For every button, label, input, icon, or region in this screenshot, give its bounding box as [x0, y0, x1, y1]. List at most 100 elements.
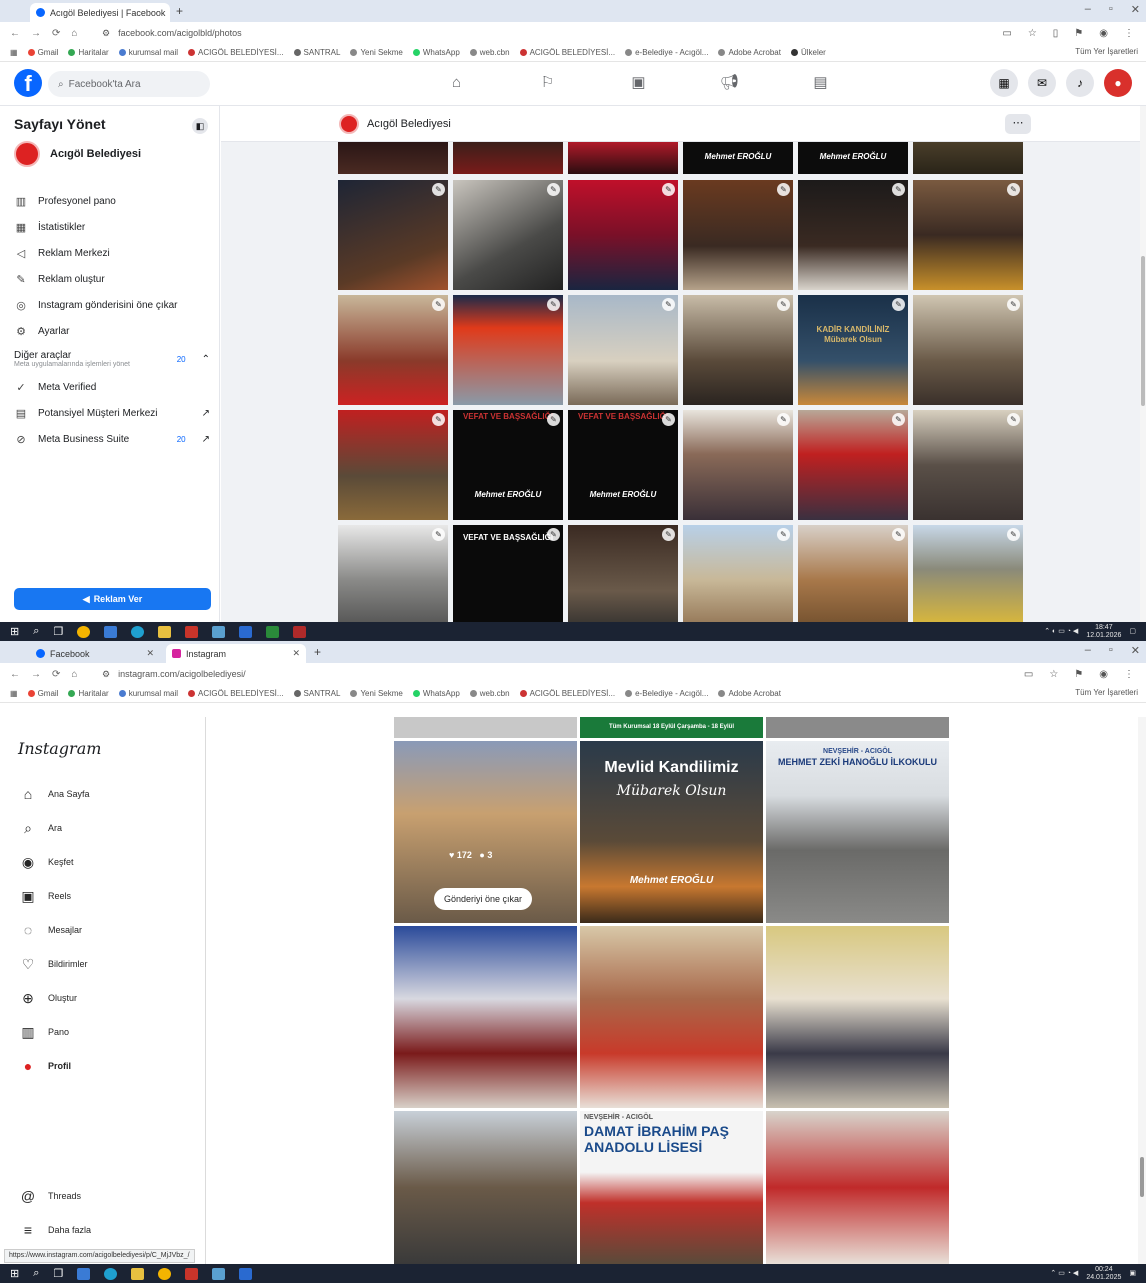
sidebar-item-meta-verified[interactable]: ✓ Meta Verified: [14, 374, 210, 400]
site-info-icon[interactable]: ⚙: [102, 669, 110, 680]
bookmark[interactable]: web.cbn: [469, 689, 510, 698]
sidebar-item-business-suite[interactable]: ⊘ Meta Business Suite 20 ↗: [14, 426, 210, 452]
photo-tile[interactable]: ✎: [913, 180, 1023, 290]
scrollbar[interactable]: [1140, 106, 1146, 622]
start-icon[interactable]: ⊞: [10, 1267, 19, 1280]
photo-tile[interactable]: ✎: [338, 410, 448, 520]
notification-icon[interactable]: ▢: [1129, 628, 1136, 636]
bookmark[interactable]: Yeni Sekme: [350, 689, 403, 698]
star-icon[interactable]: ☆: [1028, 28, 1037, 39]
calendar-nav-icon[interactable]: ▤: [775, 70, 866, 96]
app-icon[interactable]: [212, 625, 226, 638]
instagram-logo[interactable]: Instagram: [18, 739, 101, 758]
bookmark[interactable]: Haritalar: [68, 689, 109, 698]
bookmark[interactable]: ACIGÖL BELEDİYESİ...: [519, 689, 615, 698]
maximize-icon[interactable]: ▫: [1109, 3, 1113, 16]
photo-tile[interactable]: ✎: [568, 295, 678, 405]
sidebar-item-leads-center[interactable]: ▤ Potansiyel Müşteri Merkezi ↗: [14, 400, 210, 426]
search-icon[interactable]: ⌕: [33, 1267, 39, 1280]
close-tab-icon[interactable]: ✕: [292, 648, 300, 659]
post-tile[interactable]: [580, 926, 763, 1108]
advertise-button[interactable]: ◀ Reklam Ver: [14, 588, 211, 610]
photo-tile[interactable]: Mehmet EROĞLU: [798, 142, 908, 174]
url-field[interactable]: ⚙ instagram.com/acigolbelediyesi/: [96, 666, 976, 683]
apps-icon[interactable]: ▦: [10, 48, 18, 57]
post-tile[interactable]: Tüm Kurumsal 18 Eylül Çarşamba - 18 Eylü…: [580, 717, 763, 738]
site-info-icon[interactable]: ⚙: [102, 28, 110, 39]
sidebar-item-home[interactable]: ⌂ Ana Sayfa: [20, 777, 90, 811]
other-tools-toggle[interactable]: Diğer araçlar Meta uygulamalarında işlem…: [14, 344, 210, 374]
app-icon[interactable]: [293, 625, 307, 638]
task-view-icon[interactable]: ❐: [53, 1267, 63, 1280]
facebook-logo-icon[interactable]: f: [14, 69, 42, 97]
tray-icons[interactable]: ⌃ ▭ ◔ ◀: [1050, 1270, 1078, 1278]
app-icon[interactable]: [185, 625, 199, 638]
photo-tile[interactable]: ✎: [568, 180, 678, 290]
sidebar-item-reels[interactable]: ▣ Reels: [20, 879, 90, 913]
menu-grid-icon[interactable]: ▦: [990, 69, 1018, 97]
photo-tile[interactable]: VEFAT VE BAŞSAĞLIĞI Mehmet EROĞLU ✎: [453, 410, 563, 520]
bookmark[interactable]: kurumsal mail: [118, 48, 178, 57]
photo-tile[interactable]: ✎: [568, 525, 678, 622]
close-tab-icon[interactable]: ✕: [146, 648, 154, 659]
bookmark[interactable]: Gmail: [27, 689, 58, 698]
sidebar-item-settings[interactable]: ⚙ Ayarlar: [14, 318, 210, 344]
start-icon[interactable]: ⊞: [10, 625, 19, 638]
new-tab-icon[interactable]: +: [314, 645, 321, 659]
photo-tile[interactable]: ✎: [798, 180, 908, 290]
bookmark[interactable]: SANTRAL: [293, 48, 340, 57]
bookmark[interactable]: kurumsal mail: [118, 689, 178, 698]
bookmark[interactable]: ACIGÖL BELEDİYESİ...: [188, 689, 284, 698]
app-icon[interactable]: [185, 1267, 199, 1280]
excel-icon[interactable]: [266, 625, 280, 638]
post-tile[interactable]: Mevlid Kandilimiz Mübarek Olsun Mehmet E…: [580, 741, 763, 923]
post-tile[interactable]: NEVŞEHİR - ACIGÖL DAMAT İBRAHİM PAŞ ANAD…: [580, 1111, 763, 1264]
app-icon[interactable]: [104, 625, 118, 638]
cast-icon[interactable]: ▭: [1002, 28, 1011, 39]
new-tab-icon[interactable]: +: [176, 4, 183, 18]
sidebar-item-dashboard[interactable]: ▥ Profesyonel pano: [14, 188, 210, 214]
all-bookmarks[interactable]: Tüm Yer İşaretleri: [1067, 688, 1138, 697]
bookmark[interactable]: SANTRAL: [293, 689, 340, 698]
photo-tile[interactable]: ✎: [453, 295, 563, 405]
scrollbar[interactable]: [1138, 717, 1146, 1264]
photo-tile[interactable]: VEFAT VE BAŞSAĞLIĞI Mehmet EROĞLU ✎: [568, 410, 678, 520]
edge-icon[interactable]: [131, 625, 145, 638]
collapse-icon[interactable]: ◧: [192, 118, 208, 134]
photo-tile[interactable]: ✎: [453, 180, 563, 290]
post-tile[interactable]: ♥ 172 ● 3 Gönderiyi öne çıkar: [394, 741, 577, 923]
menu-icon[interactable]: ⋮: [1124, 669, 1134, 680]
photo-tile[interactable]: [568, 142, 678, 174]
minimize-icon[interactable]: –: [1085, 644, 1091, 657]
edge-icon[interactable]: [104, 1267, 118, 1280]
video-nav-icon[interactable]: ▣: [593, 70, 684, 96]
photo-tile[interactable]: VEFAT VE BAŞSAĞLIĞI ✎: [453, 525, 563, 622]
notifications-icon[interactable]: ♪: [1066, 69, 1094, 97]
tab-instagram[interactable]: Instagram ✕: [166, 644, 306, 663]
post-tile[interactable]: [394, 926, 577, 1108]
photo-tile[interactable]: ✎: [683, 180, 793, 290]
back-icon[interactable]: ←: [10, 669, 20, 680]
sidebar-item-dashboard[interactable]: ▥ Pano: [20, 1015, 90, 1049]
close-window-icon[interactable]: ✕: [1131, 3, 1140, 16]
back-icon[interactable]: ←: [10, 28, 20, 39]
post-tile[interactable]: [766, 926, 949, 1108]
sidebar-icon[interactable]: ▯: [1053, 28, 1059, 39]
reload-icon[interactable]: ⟳: [52, 669, 60, 680]
reload-icon[interactable]: ⟳: [52, 28, 60, 39]
sidebar-item-create[interactable]: ⊕ Oluştur: [20, 981, 90, 1015]
photo-tile[interactable]: ✎: [798, 525, 908, 622]
photo-tile[interactable]: ✎: [338, 180, 448, 290]
home-icon[interactable]: ⌂: [71, 28, 77, 39]
bookmark[interactable]: web.cbn: [469, 48, 510, 57]
sidebar-item-more[interactable]: ≡ Daha fazla: [20, 1213, 91, 1247]
app-icon[interactable]: [77, 1267, 91, 1280]
ie-icon[interactable]: [239, 1267, 253, 1280]
sidebar-item-insights[interactable]: ▦ İstatistikler: [14, 214, 210, 240]
chrome-icon[interactable]: [158, 1267, 172, 1280]
page-name[interactable]: Acıgöl Belediyesi: [367, 118, 451, 130]
bookmark[interactable]: Adobe Acrobat: [718, 48, 781, 57]
home-icon[interactable]: ⌂: [71, 669, 77, 680]
sidebar-item-explore[interactable]: ◉ Keşfet: [20, 845, 90, 879]
folder-icon[interactable]: [158, 625, 172, 638]
